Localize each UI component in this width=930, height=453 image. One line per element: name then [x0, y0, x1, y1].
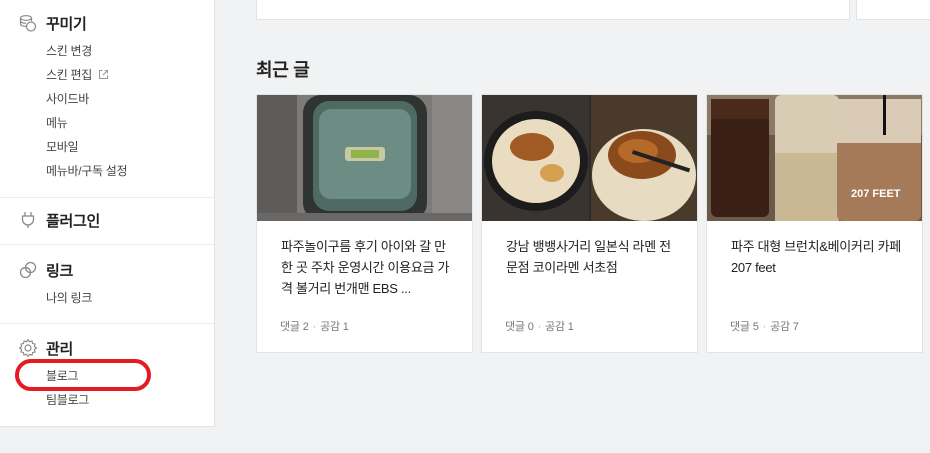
divider: [0, 323, 214, 324]
sidebar-section-customize[interactable]: 꾸미기: [18, 12, 87, 34]
comment-count: 댓글 2: [280, 321, 309, 333]
post-card[interactable]: 강남 뱅뱅사거리 일본식 라멘 전문점 코이라멘 서초점 댓글 0 · 공감 1: [481, 94, 698, 353]
sidebar-section-title: 꾸미기: [46, 15, 87, 33]
post-thumbnail: 207 FEET: [707, 95, 922, 221]
post-title: 파주놀이구름 후기 아이와 갈 만한 곳 주차 운영시간 이용요금 가격 볼거리…: [281, 239, 450, 296]
sidebar-item-blog[interactable]: 블로그: [46, 367, 79, 384]
sidebar-item-menu[interactable]: 메뉴: [46, 114, 68, 131]
sidebar-section-plugin[interactable]: 플러그인: [18, 209, 100, 231]
post-card[interactable]: 207 FEET 파주 대형 브런치&베이커리 카페 207 feet 댓글 5…: [706, 94, 923, 353]
sidebar-item-label: 스킨 편집: [46, 68, 92, 82]
post-thumbnail: [257, 95, 472, 221]
post-title: 강남 뱅뱅사거리 일본식 라멘 전문점 코이라멘 서초점: [506, 239, 671, 275]
post-title: 파주 대형 브런치&베이커리 카페 207 feet: [731, 239, 901, 275]
sidebar-item-sidebar[interactable]: 사이드바: [46, 90, 89, 107]
coins-icon: [19, 15, 37, 32]
comment-count: 댓글 0: [505, 321, 534, 333]
like-count: 공감 1: [545, 321, 574, 333]
sidebar-item-my-link[interactable]: 나의 링크: [46, 289, 92, 306]
divider: [0, 244, 214, 245]
like-count: 공감 1: [320, 321, 349, 333]
svg-text:207 FEET: 207 FEET: [851, 188, 901, 200]
sidebar-section-link[interactable]: 링크: [18, 259, 73, 281]
sidebar-section-title: 링크: [46, 262, 74, 280]
sidebar-section-title: 플러그인: [46, 212, 101, 230]
sidebar-item-menubar-subscribe[interactable]: 메뉴바/구독 설정: [46, 162, 128, 179]
post-meta: 댓글 5 · 공감 7: [730, 321, 799, 333]
post-meta: 댓글 0 · 공감 1: [505, 321, 574, 333]
sidebar-item-skin-edit[interactable]: 스킨 편집: [46, 66, 109, 83]
sidebar-item-team-blog[interactable]: 팀블로그: [46, 391, 89, 408]
summary-card: [256, 0, 850, 20]
sidebar-item-skin-change[interactable]: 스킨 변경: [46, 42, 92, 59]
gear-icon: [18, 338, 38, 358]
sidebar-section-title: 관리: [46, 340, 74, 358]
like-count: 공감 7: [770, 321, 799, 333]
link-icon: [19, 261, 37, 279]
summary-card: [856, 0, 930, 20]
sidebar-item-mobile[interactable]: 모바일: [46, 138, 79, 155]
divider: [0, 197, 214, 198]
external-link-icon: [99, 70, 109, 79]
post-card[interactable]: 파주놀이구름 후기 아이와 갈 만한 곳 주차 운영시간 이용요금 가격 볼거리…: [256, 94, 473, 353]
sidebar: 꾸미기 스킨 변경 스킨 편집 사이드바 메뉴 모바일 메뉴바/구독 설정 플러…: [0, 0, 215, 427]
plug-icon: [21, 212, 35, 228]
comment-count: 댓글 5: [730, 321, 759, 333]
post-meta: 댓글 2 · 공감 1: [280, 321, 349, 333]
recent-posts-title: 최근 글: [256, 60, 310, 80]
sidebar-section-manage[interactable]: 관리: [18, 337, 73, 359]
post-thumbnail: [482, 95, 697, 221]
